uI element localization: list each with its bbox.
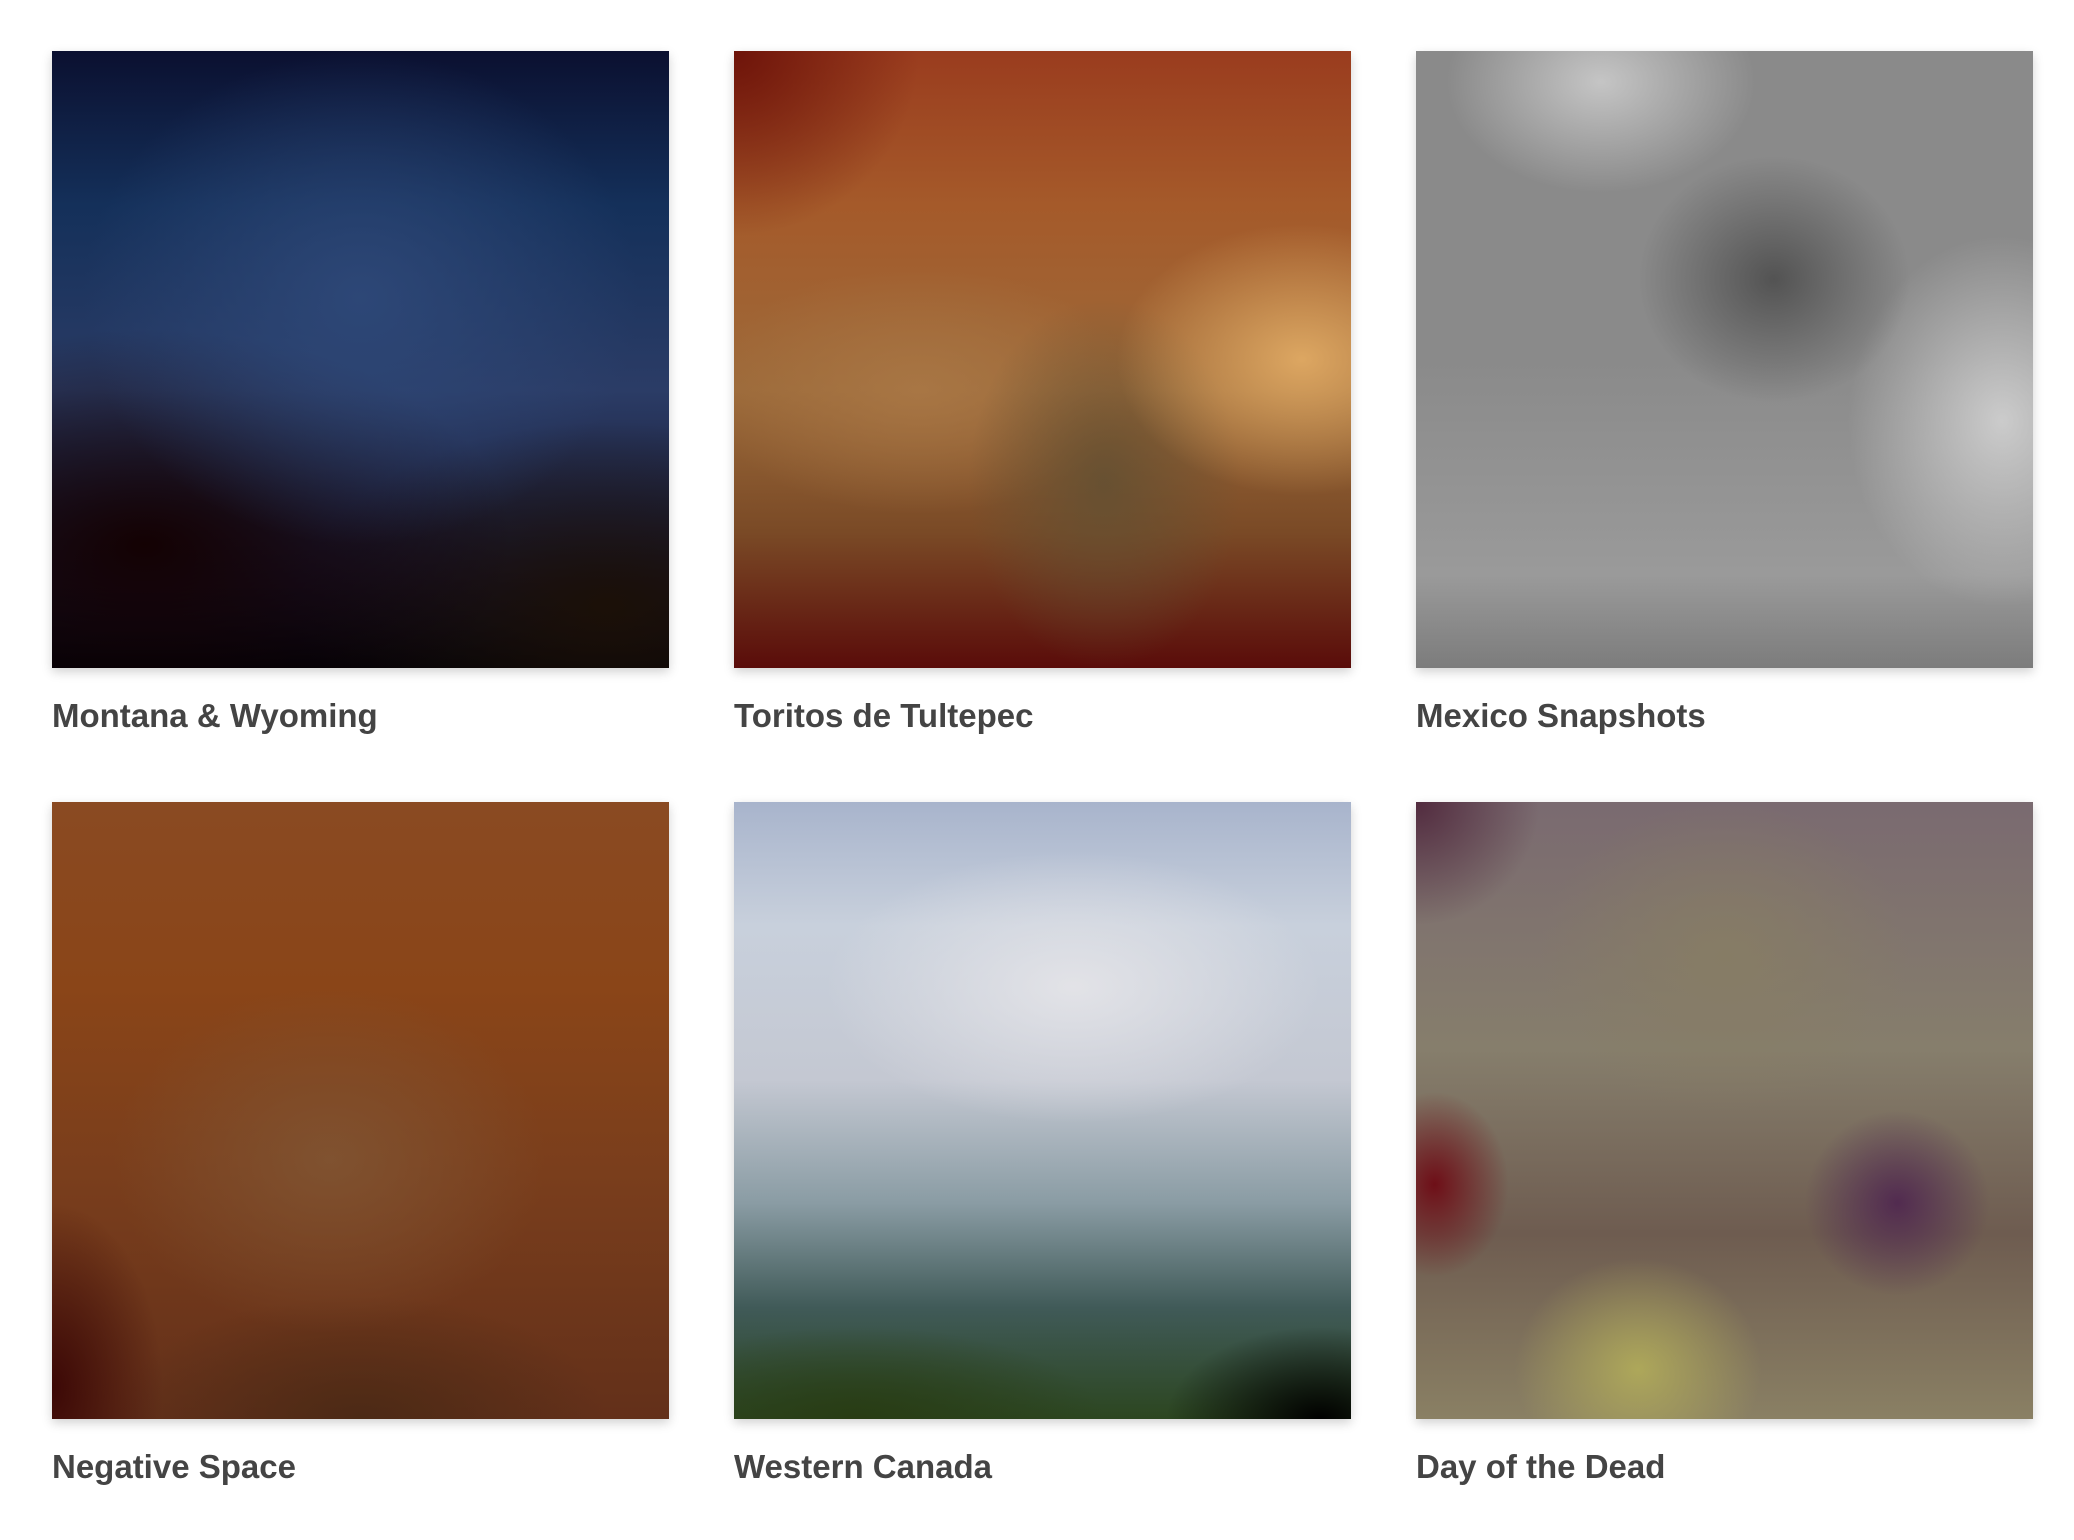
album-gallery: Montana & Wyoming Toritos de Tultepec Me… [52,51,2033,1487]
thumbnail-image [52,802,669,1419]
thumbnail-image [734,802,1351,1419]
thumbnail-image [1416,51,2033,668]
thumbnail-image [1416,802,2033,1419]
thumbnail-image [734,51,1351,668]
album-thumbnail[interactable] [1416,802,2033,1419]
album-thumbnail[interactable] [734,802,1351,1419]
album-card-day-of-the-dead[interactable]: Day of the Dead [1416,802,2033,1487]
album-title[interactable]: Western Canada [734,1447,1351,1487]
album-card-montana-wyoming[interactable]: Montana & Wyoming [52,51,669,736]
album-title[interactable]: Day of the Dead [1416,1447,2033,1487]
album-title[interactable]: Negative Space [52,1447,669,1487]
album-title[interactable]: Mexico Snapshots [1416,696,2033,736]
album-card-western-canada[interactable]: Western Canada [734,802,1351,1487]
album-card-toritos-de-tultepec[interactable]: Toritos de Tultepec [734,51,1351,736]
album-title[interactable]: Toritos de Tultepec [734,696,1351,736]
album-card-negative-space[interactable]: Negative Space [52,802,669,1487]
thumbnail-image [52,51,669,668]
album-thumbnail[interactable] [52,51,669,668]
album-thumbnail[interactable] [734,51,1351,668]
album-title[interactable]: Montana & Wyoming [52,696,669,736]
album-card-mexico-snapshots[interactable]: Mexico Snapshots [1416,51,2033,736]
album-thumbnail[interactable] [1416,51,2033,668]
album-thumbnail[interactable] [52,802,669,1419]
